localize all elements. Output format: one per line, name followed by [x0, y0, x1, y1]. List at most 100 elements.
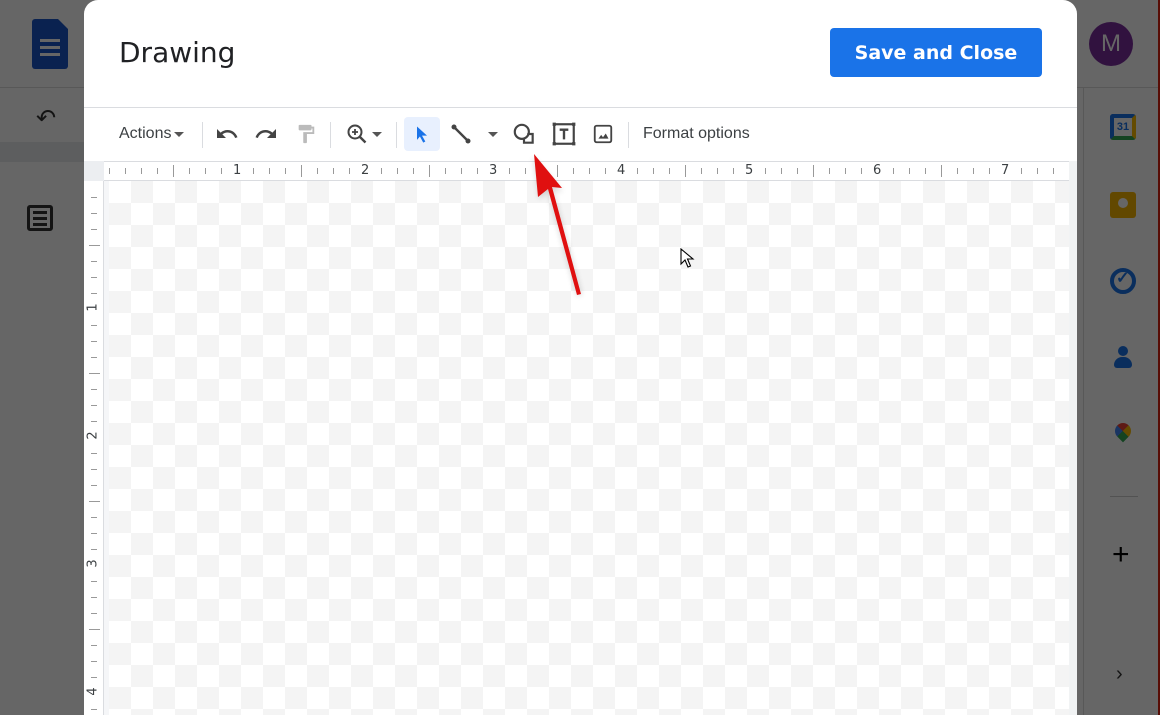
ruler-tick	[429, 165, 430, 177]
ruler-tick	[91, 389, 97, 390]
image-button[interactable]	[588, 117, 618, 151]
toolbar-divider	[628, 122, 629, 148]
ruler-tick	[477, 168, 478, 174]
ruler-tick	[781, 168, 782, 174]
shape-tool-button[interactable]	[509, 117, 539, 151]
ruler-label: 4	[617, 163, 626, 178]
image-icon	[593, 124, 613, 144]
ruler-label: 5	[745, 163, 754, 178]
ruler-tick	[91, 405, 97, 406]
ruler-tick	[733, 168, 734, 174]
ruler-tick	[317, 168, 318, 174]
ruler-tick	[91, 613, 97, 614]
drawing-dialog: Drawing Save and Close Actions Format op…	[84, 0, 1077, 715]
ruler-tick	[989, 168, 990, 174]
ruler-tick	[91, 357, 97, 358]
mouse-cursor-icon	[680, 248, 695, 268]
ruler-tick	[669, 168, 670, 174]
ruler-tick	[173, 165, 174, 177]
line-tool-button[interactable]	[446, 117, 476, 151]
ruler-tick	[221, 168, 222, 174]
ruler-label: 6	[873, 163, 882, 178]
ruler-tick	[333, 168, 334, 174]
ruler-tick	[89, 373, 100, 374]
ruler-tick	[91, 293, 97, 294]
ruler-label: 3	[489, 163, 498, 178]
ruler-tick	[925, 168, 926, 174]
select-tool-button[interactable]	[404, 117, 440, 151]
ruler-tick	[445, 168, 446, 174]
ruler-label: 3	[85, 559, 101, 568]
ruler-tick	[91, 597, 97, 598]
zoom-button[interactable]	[340, 117, 386, 151]
ruler-tick	[125, 168, 126, 174]
ruler-tick	[813, 165, 814, 177]
text-box-icon	[552, 122, 576, 146]
ruler-tick	[91, 485, 97, 486]
actions-menu[interactable]: Actions	[119, 117, 185, 151]
ruler-tick	[91, 581, 97, 582]
ruler-tick	[269, 168, 270, 174]
ruler-tick	[91, 261, 97, 262]
ruler-tick	[397, 168, 398, 174]
ruler-tick	[91, 677, 97, 678]
ruler-tick	[109, 168, 110, 174]
ruler-corner	[84, 161, 104, 181]
ruler-tick	[349, 168, 350, 174]
ruler-tick	[91, 533, 97, 534]
ruler-tick	[157, 168, 158, 174]
ruler-tick	[973, 168, 974, 174]
ruler-tick	[91, 325, 97, 326]
ruler-tick	[829, 168, 830, 174]
ruler-tick	[461, 168, 462, 174]
ruler-label: 4	[85, 687, 101, 696]
ruler-tick	[861, 168, 862, 174]
ruler-tick	[205, 168, 206, 174]
paint-format-button[interactable]	[291, 117, 321, 151]
ruler-label: 1	[85, 303, 101, 312]
actions-label: Actions	[119, 125, 172, 142]
undo-button[interactable]	[212, 117, 242, 151]
text-box-button[interactable]	[549, 117, 579, 151]
redo-button[interactable]	[251, 117, 281, 151]
save-and-close-button[interactable]: Save and Close	[830, 28, 1042, 77]
ruler-tick	[91, 469, 97, 470]
ruler-tick	[89, 245, 100, 246]
ruler-tick	[91, 645, 97, 646]
chevron-down-icon	[371, 131, 382, 137]
format-options-button[interactable]: Format options	[643, 117, 750, 151]
ruler-tick	[1037, 168, 1038, 174]
redo-icon	[255, 129, 276, 138]
line-icon	[451, 124, 471, 144]
ruler-tick	[957, 168, 958, 174]
ruler-tick	[941, 165, 942, 177]
ruler-tick	[91, 517, 97, 518]
ruler-tick	[1021, 168, 1022, 174]
ruler-tick	[285, 168, 286, 174]
ruler-tick	[605, 168, 606, 174]
select-icon	[417, 126, 427, 143]
ruler-tick	[253, 168, 254, 174]
ruler-tick	[717, 168, 718, 174]
toolbar-divider	[396, 122, 397, 148]
ruler-label: 2	[361, 163, 370, 178]
ruler-tick	[765, 168, 766, 174]
canvas-scroll-edge[interactable]	[1069, 161, 1077, 715]
ruler-tick	[91, 549, 97, 550]
ruler-tick	[637, 168, 638, 174]
annotation-arrow	[533, 154, 582, 296]
undo-icon	[217, 129, 238, 138]
vertical-ruler: 1 2 3 4	[84, 181, 104, 715]
dialog-title: Drawing	[119, 36, 236, 69]
ruler-tick	[91, 213, 97, 214]
shape-icon	[513, 123, 534, 144]
ruler-tick	[701, 168, 702, 174]
ruler-tick	[91, 277, 97, 278]
ruler-tick	[91, 421, 97, 422]
line-type-dropdown[interactable]	[482, 117, 500, 151]
ruler-tick	[909, 168, 910, 174]
ruler-tick	[381, 168, 382, 174]
ruler-tick	[1053, 168, 1054, 174]
ruler-tick	[91, 229, 97, 230]
ruler-tick	[301, 165, 302, 177]
